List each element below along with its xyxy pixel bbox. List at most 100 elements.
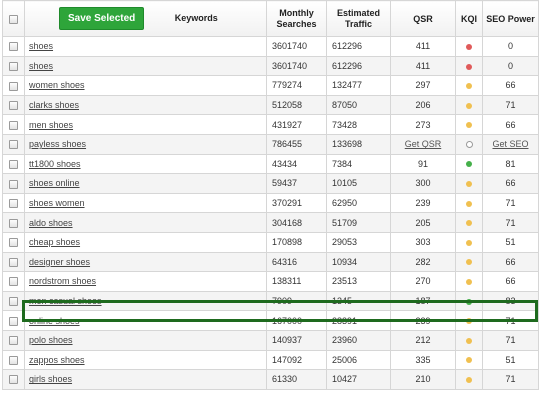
keyword-cell: nordstrom shoes <box>24 271 267 292</box>
save-selected-button[interactable]: Save Selected <box>59 7 145 30</box>
keyword-cell: men casual shoes <box>24 290 267 312</box>
estimated-traffic-header[interactable]: Estimated Traffic <box>326 0 391 37</box>
keyword-link[interactable]: shoes <box>29 61 53 71</box>
kqi-cell <box>455 75 483 96</box>
table-row: shoes 3601740 612296 411 0 <box>2 55 539 77</box>
kqi-cell <box>455 290 483 312</box>
row-checkbox[interactable] <box>9 159 18 169</box>
keyword-link[interactable]: shoes women <box>29 198 85 208</box>
seo-power-header[interactable]: SEO Power <box>482 0 539 37</box>
qsr-cell: 411 <box>390 55 456 77</box>
estimated-traffic-cell: 612296 <box>326 36 391 57</box>
keyword-link[interactable]: zappos shoes <box>29 355 85 365</box>
kqi-cell <box>455 310 483 331</box>
seo-power-value: 66 <box>505 119 516 130</box>
kqi-indicator-icon <box>466 377 472 384</box>
seo-power-cell: 71 <box>482 369 539 390</box>
keyword-cell: tt1800 shoes <box>24 153 267 175</box>
keyword-link[interactable]: women shoes <box>29 80 85 90</box>
table-row: women shoes 779274 132477 297 66 <box>2 75 539 96</box>
keyword-link[interactable]: men shoes <box>29 120 73 130</box>
keyword-cell: aldo shoes <box>24 212 267 233</box>
keyword-link[interactable]: clarks shoes <box>29 100 79 110</box>
monthly-searches-cell: 7909 <box>266 290 327 312</box>
qsr-header[interactable]: QSR <box>390 0 456 37</box>
seo-power-cell: 71 <box>482 192 539 214</box>
kqi-indicator-icon <box>466 279 472 286</box>
row-select-cell <box>2 212 25 233</box>
keyword-link[interactable]: polo shoes <box>29 335 73 345</box>
row-checkbox[interactable] <box>9 257 18 267</box>
monthly-searches-cell: 140937 <box>266 329 327 351</box>
estimated-traffic-cell: 133698 <box>326 133 391 155</box>
keywords-column-label[interactable]: Keywords <box>175 13 218 23</box>
seo-power-value: 71 <box>505 374 516 385</box>
row-checkbox[interactable] <box>9 375 18 385</box>
get-qsr-link[interactable]: Get QSR <box>405 139 442 149</box>
seo-power-cell: 71 <box>482 212 539 233</box>
row-checkbox[interactable] <box>9 297 18 307</box>
keyword-link[interactable]: nordstrom shoes <box>29 276 96 286</box>
row-select-cell <box>2 349 25 371</box>
monthly-searches-header[interactable]: Monthly Searches <box>266 0 327 37</box>
row-checkbox[interactable] <box>9 316 18 326</box>
estimated-traffic-cell: 612296 <box>326 55 391 77</box>
row-select-cell <box>2 310 25 331</box>
estimated-traffic-cell: 7384 <box>326 153 391 175</box>
kqi-header[interactable]: KQI <box>455 0 483 37</box>
qsr-cell: 239 <box>390 310 456 331</box>
keyword-link[interactable]: aldo shoes <box>29 218 73 228</box>
seo-power-value: 71 <box>505 315 516 326</box>
table-row: nordstrom shoes 138311 23513 270 66 <box>2 271 539 292</box>
table-row: men casual shoes 7909 1345 187 83 <box>2 290 539 312</box>
keyword-cell: women shoes <box>24 75 267 96</box>
row-checkbox[interactable] <box>9 277 18 287</box>
row-checkbox[interactable] <box>9 42 18 52</box>
keyword-link[interactable]: designer shoes <box>29 257 90 267</box>
get-seo-link[interactable]: Get SEO <box>492 139 528 149</box>
monthly-searches-cell: 779274 <box>266 75 327 96</box>
qsr-cell: 300 <box>390 173 456 194</box>
keyword-cell: shoes <box>24 36 267 57</box>
qsr-value: 239 <box>415 198 431 209</box>
keyword-link[interactable]: shoes <box>29 41 53 51</box>
estimated-traffic-cell: 1345 <box>326 290 391 312</box>
row-checkbox[interactable] <box>9 218 18 228</box>
keyword-link[interactable]: tt1800 shoes <box>29 159 81 169</box>
row-checkbox[interactable] <box>9 355 18 365</box>
qsr-cell: 212 <box>390 329 456 351</box>
keyword-link[interactable]: shoes online <box>29 178 80 188</box>
row-checkbox[interactable] <box>9 81 18 91</box>
qsr-value: 335 <box>415 354 431 365</box>
row-checkbox[interactable] <box>9 336 18 346</box>
keyword-link[interactable]: online shoes <box>29 316 80 326</box>
keyword-link[interactable]: cheap shoes <box>29 237 80 247</box>
row-select-cell <box>2 114 25 135</box>
keyword-link[interactable]: men casual shoes <box>29 296 102 306</box>
row-checkbox[interactable] <box>9 199 18 209</box>
seo-power-value: 71 <box>505 100 516 111</box>
row-checkbox[interactable] <box>9 120 18 130</box>
select-all-checkbox[interactable] <box>9 14 18 24</box>
row-select-cell <box>2 251 25 273</box>
row-checkbox[interactable] <box>9 238 18 248</box>
estimated-traffic-cell: 29053 <box>326 231 391 253</box>
estimated-traffic-cell: 73428 <box>326 114 391 135</box>
kqi-indicator-icon <box>466 239 472 246</box>
seo-power-cell: 71 <box>482 329 539 351</box>
estimated-traffic-cell: 23513 <box>326 271 391 292</box>
row-checkbox[interactable] <box>9 61 18 71</box>
seo-power-cell: 71 <box>482 310 539 331</box>
estimated-traffic-cell: 25006 <box>326 349 391 371</box>
keyword-link[interactable]: payless shoes <box>29 139 86 149</box>
monthly-searches-cell: 138311 <box>266 271 327 292</box>
estimated-traffic-cell: 23960 <box>326 329 391 351</box>
row-checkbox[interactable] <box>9 140 18 150</box>
row-checkbox[interactable] <box>9 101 18 111</box>
qsr-cell: 239 <box>390 192 456 214</box>
qsr-cell: 210 <box>390 369 456 390</box>
row-select-cell <box>2 271 25 292</box>
keyword-link[interactable]: girls shoes <box>29 374 72 384</box>
row-select-cell <box>2 55 25 77</box>
row-checkbox[interactable] <box>9 179 18 189</box>
